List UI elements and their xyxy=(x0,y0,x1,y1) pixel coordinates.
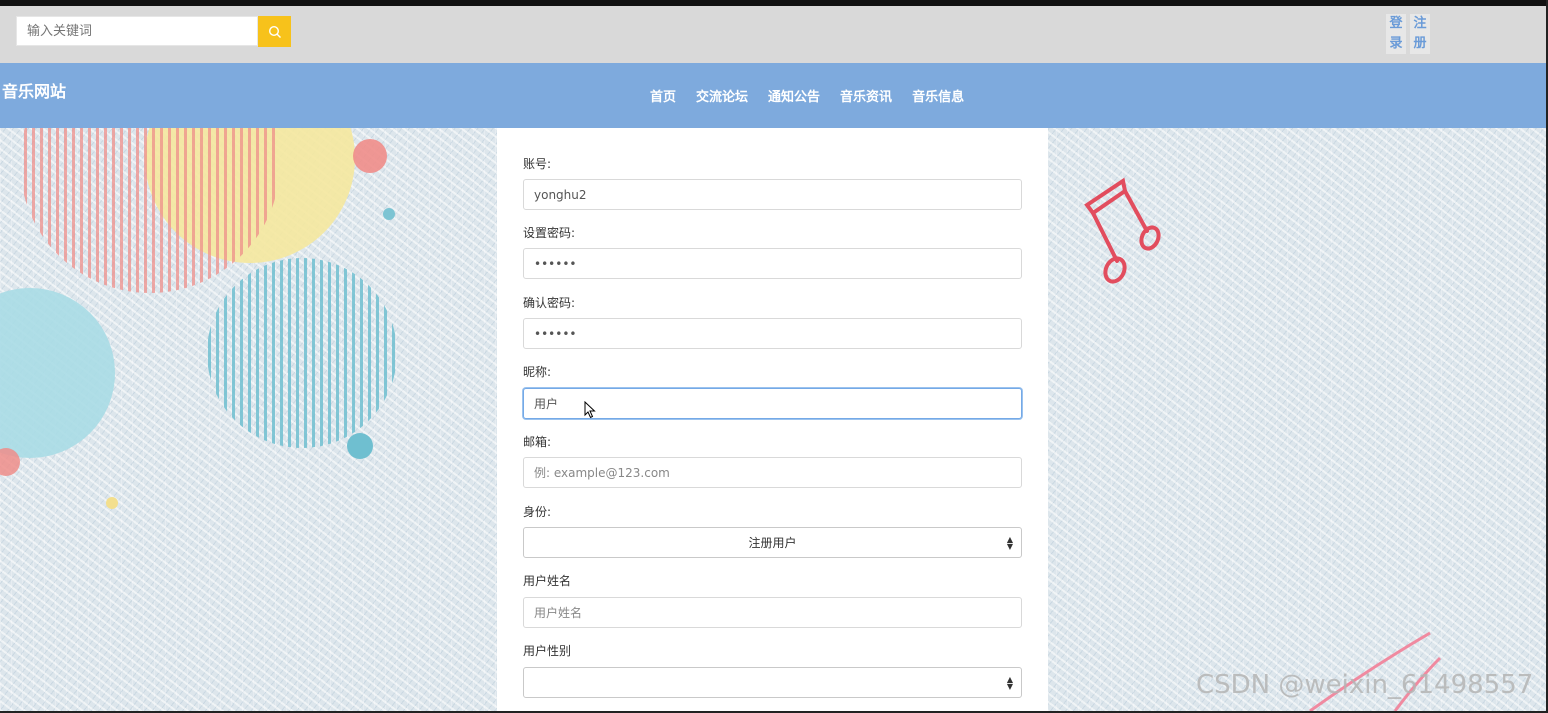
top-bar: 登录 注册 xyxy=(0,6,1546,63)
site-title: 音乐网站 xyxy=(2,82,67,101)
gender-label: 用户性别 xyxy=(523,644,572,658)
identity-label: 身份: xyxy=(523,505,552,519)
blue-striped-circle-shape xyxy=(207,258,397,448)
gender-select[interactable]: ▲ ▼ xyxy=(523,667,1022,698)
password-input[interactable] xyxy=(523,248,1022,279)
real-name-label: 用户姓名 xyxy=(523,574,572,588)
nav-item-forum[interactable]: 交流论坛 xyxy=(696,86,748,105)
nickname-input[interactable] xyxy=(523,388,1022,419)
identity-select[interactable]: 注册用户 ▲ ▼ xyxy=(523,527,1022,558)
real-name-input[interactable] xyxy=(523,597,1022,628)
main-navbar: 音乐网站 首页 交流论坛 通知公告 音乐资讯 音乐信息 xyxy=(0,63,1546,128)
search-input[interactable] xyxy=(17,17,257,45)
register-link[interactable]: 注册 xyxy=(1410,14,1430,54)
select-updown-icon: ▲ ▼ xyxy=(1006,535,1013,551)
watermark-text: CSDN @weixin_61498557 xyxy=(1196,670,1534,700)
red-dot-shape xyxy=(353,139,387,173)
identity-selected-value: 注册用户 xyxy=(748,536,797,550)
search-box[interactable] xyxy=(16,16,258,46)
register-form: 账号: 设置密码: 确认密码: 昵称: 邮箱: 身份: 注册用户 ▲▼ 用户姓名… xyxy=(497,128,1048,711)
nav-menu: 首页 交流论坛 通知公告 音乐资讯 音乐信息 xyxy=(650,86,964,105)
confirm-password-label: 确认密码: xyxy=(523,296,576,310)
nickname-label: 昵称: xyxy=(523,365,552,379)
confirm-password-input[interactable] xyxy=(523,318,1022,349)
mouse-cursor-icon xyxy=(584,401,596,419)
nav-item-music-info[interactable]: 音乐信息 xyxy=(912,86,964,105)
password-label: 设置密码: xyxy=(523,226,576,240)
nav-item-notice[interactable]: 通知公告 xyxy=(768,86,820,105)
music-note-icon xyxy=(1084,177,1161,284)
nav-item-home[interactable]: 首页 xyxy=(650,86,676,105)
auth-links: 登录 注册 xyxy=(1386,14,1430,54)
search-icon xyxy=(268,25,281,38)
blue-dot-shape xyxy=(347,433,373,459)
nav-item-news[interactable]: 音乐资讯 xyxy=(840,86,892,105)
red-striped-circle-shape xyxy=(20,128,280,293)
light-blue-circle-shape xyxy=(0,288,115,458)
email-input[interactable] xyxy=(523,457,1022,488)
search-button[interactable] xyxy=(258,16,291,47)
select-updown-icon: ▲ ▼ xyxy=(1006,675,1013,691)
small-blue-dot-shape xyxy=(383,208,395,220)
yellow-dot-shape xyxy=(106,497,118,509)
email-label: 邮箱: xyxy=(523,435,552,449)
account-label: 账号: xyxy=(523,157,552,171)
login-link[interactable]: 登录 xyxy=(1386,14,1406,54)
account-input[interactable] xyxy=(523,179,1022,210)
